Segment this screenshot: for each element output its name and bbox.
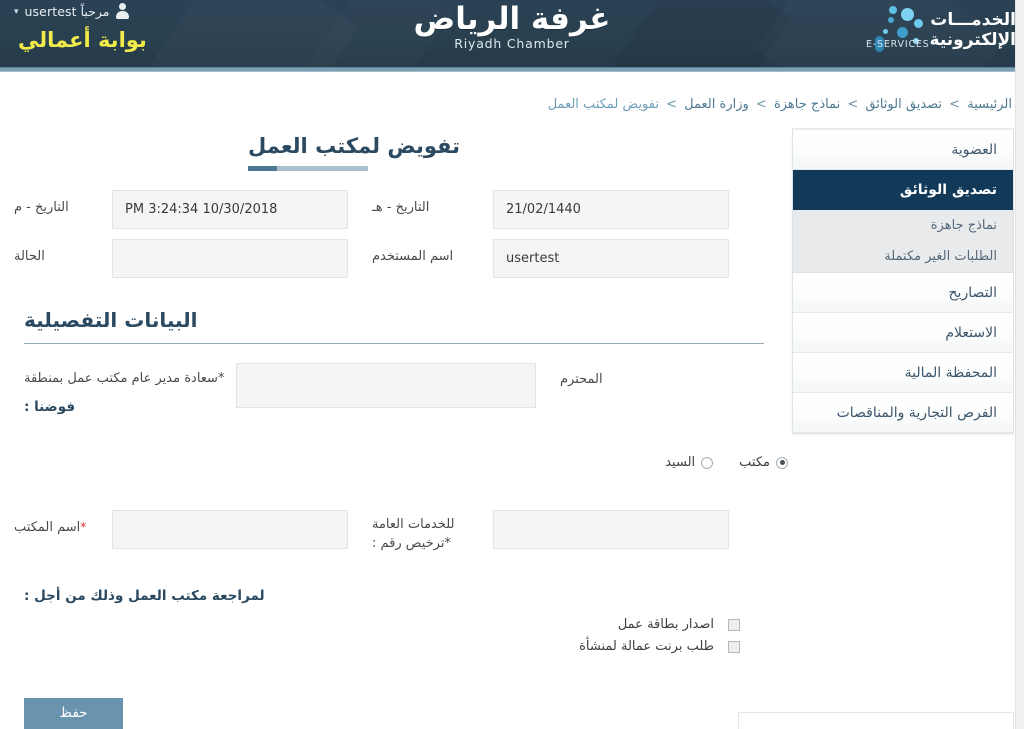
entity-type-radio-group: مكتب السيد: [0, 455, 788, 470]
user-avatar-icon: [115, 3, 130, 20]
chevron-down-icon[interactable]: ▾: [14, 8, 19, 17]
sidebar-item-inquiry[interactable]: الاستعلام: [793, 313, 1013, 353]
eservices-logo: الخدمـــات الإلكترونية E-SERVICES: [866, 5, 1016, 55]
save-button[interactable]: حفظ: [24, 698, 123, 729]
portal-title: بوابة أعمالي: [18, 28, 147, 52]
office-row-inner: للخدمات العامة *ترخيص رقم : *اسم المكتب: [0, 510, 788, 553]
sidebar-item-wallet[interactable]: المحفظة المالية: [793, 353, 1013, 393]
section-title: البيانات التفصيلية: [24, 308, 198, 332]
office-name-field[interactable]: [112, 510, 348, 549]
section-divider: [24, 343, 764, 344]
director-region-field[interactable]: [236, 363, 536, 408]
eservices-bubbles-icon: E-SERVICES: [866, 5, 930, 55]
gregorian-date-field[interactable]: 10/30/2018 3:24:34 PM: [112, 190, 348, 229]
radio-icon-unselected[interactable]: [701, 456, 714, 469]
sidebar-item-membership[interactable]: العضوية: [793, 130, 1013, 170]
fawadna-label: فوضنا :: [24, 399, 76, 415]
sidebar-subitem-incomplete-requests[interactable]: الطلبات الغير مكتملة: [793, 241, 1013, 272]
hijri-date-label: التاريخ - هـ: [372, 200, 430, 215]
site-header: مرحباً usertest ▾ بوابة أعمالي غرفة الري…: [0, 0, 1024, 72]
radio-option-office[interactable]: مكتب: [739, 455, 788, 470]
details-section-header: البيانات التفصيلية: [0, 305, 788, 344]
breadcrumb-item-documents[interactable]: تصديق الوثائق: [865, 97, 942, 112]
checkbox-icon-work-card[interactable]: [728, 618, 740, 631]
purpose-title: لمراجعة مكتب العمل وذلك من أجل :: [24, 588, 265, 604]
breadcrumb-item-ministry[interactable]: وزارة العمل: [684, 97, 749, 112]
muhtaram-label: المحترم: [560, 372, 603, 387]
header-accent-strip: [0, 67, 1024, 72]
breadcrumb-separator: >: [666, 97, 678, 112]
required-asterisk: *: [444, 536, 451, 551]
form-summary-section: 21/02/1440 التاريخ - هـ 10/30/2018 3:24:…: [0, 190, 788, 288]
license-label-block: للخدمات العامة *ترخيص رقم :: [348, 510, 493, 553]
director-label-block: *سعادة مدير عام مكتب عمل بمنطقة فوضنا :: [0, 363, 236, 416]
sidebar-item-opportunities[interactable]: الفرص التجارية والمناقصات: [793, 393, 1013, 433]
sidebar-item-permits[interactable]: التصاريح: [793, 273, 1013, 313]
page-title: تفويض لمكتب العمل: [248, 134, 461, 158]
username-label: اسم المستخدم: [372, 249, 454, 264]
breadcrumb-separator: >: [847, 97, 859, 112]
hijri-date-field[interactable]: 21/02/1440: [493, 190, 729, 229]
sidebar-item-document-certification[interactable]: تصديق الوثائق: [793, 170, 1013, 210]
status-field[interactable]: [112, 239, 348, 278]
radio-option-mister[interactable]: السيد: [665, 455, 714, 470]
bottom-panel: [738, 712, 1014, 729]
form-row-user: usertest اسم المستخدم الحالة: [0, 239, 788, 278]
breadcrumb-separator: >: [949, 97, 961, 112]
form-row-office: للخدمات العامة *ترخيص رقم : *اسم المكتب: [0, 510, 788, 563]
eservices-label-line1: الخدمـــات: [930, 10, 1016, 30]
page-title-underline: [248, 166, 368, 171]
office-name-label-block: *اسم المكتب: [0, 510, 112, 536]
gregorian-date-label: التاريخ - م: [14, 200, 69, 215]
form-row-director: المحترم *سعادة مدير عام مكتب عمل بمنطقة …: [0, 363, 788, 416]
breadcrumb: الرئيسية > تصديق الوثائق > نماذج جاهزة >…: [548, 97, 1012, 112]
user-menu[interactable]: مرحباً usertest ▾: [14, 3, 132, 20]
username-field[interactable]: usertest: [493, 239, 729, 278]
user-greeting-label: مرحباً usertest: [24, 4, 110, 19]
breadcrumb-item-forms[interactable]: نماذج جاهزة: [774, 97, 840, 112]
purpose-section: لمراجعة مكتب العمل وذلك من أجل : اصدار ب…: [0, 585, 788, 654]
checkbox-label-work-card: اصدار بطاقة عمل: [617, 617, 714, 632]
sidebar-subitem-ready-forms[interactable]: نماذج جاهزة: [793, 210, 1013, 241]
breadcrumb-item-home[interactable]: الرئيسية: [967, 97, 1012, 112]
radio-label-mister: السيد: [665, 455, 696, 470]
eservices-label-line2: الإلكترونية: [929, 30, 1016, 50]
director-label-line: *سعادة مدير عام مكتب عمل بمنطقة: [24, 370, 236, 388]
form-details-section: المحترم *سعادة مدير عام مكتب عمل بمنطقة …: [0, 363, 788, 426]
breadcrumb-item-current: تفويض لمكتب العمل: [547, 97, 659, 112]
checkbox-row-labor-print[interactable]: طلب برنت عمالة لمنشأة: [0, 639, 788, 654]
sidebar-nav: العضوية تصديق الوثائق نماذج جاهزة الطلبا…: [792, 128, 1014, 434]
checkbox-row-work-card[interactable]: اصدار بطاقة عمل: [0, 617, 788, 632]
license-label-line1: للخدمات العامة: [372, 517, 455, 532]
required-asterisk: *: [80, 520, 87, 534]
license-number-field[interactable]: [493, 510, 729, 549]
sidebar-subgroup: نماذج جاهزة الطلبات الغير مكتملة: [793, 210, 1013, 273]
page-title-block: تفويض لمكتب العمل: [248, 132, 768, 171]
form-row-dates: 21/02/1440 التاريخ - هـ 10/30/2018 3:24:…: [0, 190, 788, 229]
eservices-english-label: E-SERVICES: [866, 39, 930, 50]
checkbox-label-labor-print: طلب برنت عمالة لمنشأة: [579, 639, 714, 654]
radio-icon-selected[interactable]: [776, 456, 788, 469]
radio-label-office: مكتب: [739, 455, 770, 470]
status-label: الحالة: [14, 249, 45, 264]
breadcrumb-separator: >: [755, 97, 767, 112]
license-label-line2: ترخيص رقم :: [372, 536, 445, 551]
page-root: مرحباً usertest ▾ بوابة أعمالي غرفة الري…: [0, 0, 1024, 729]
license-label-line2-wrap: *ترخيص رقم :: [372, 534, 493, 553]
page-scrollbar[interactable]: [1015, 0, 1024, 729]
director-label: سعادة مدير عام مكتب عمل بمنطقة: [24, 371, 218, 386]
office-name-label: اسم المكتب: [14, 520, 81, 535]
required-asterisk: *: [217, 371, 225, 386]
checkbox-icon-labor-print[interactable]: [728, 640, 740, 653]
